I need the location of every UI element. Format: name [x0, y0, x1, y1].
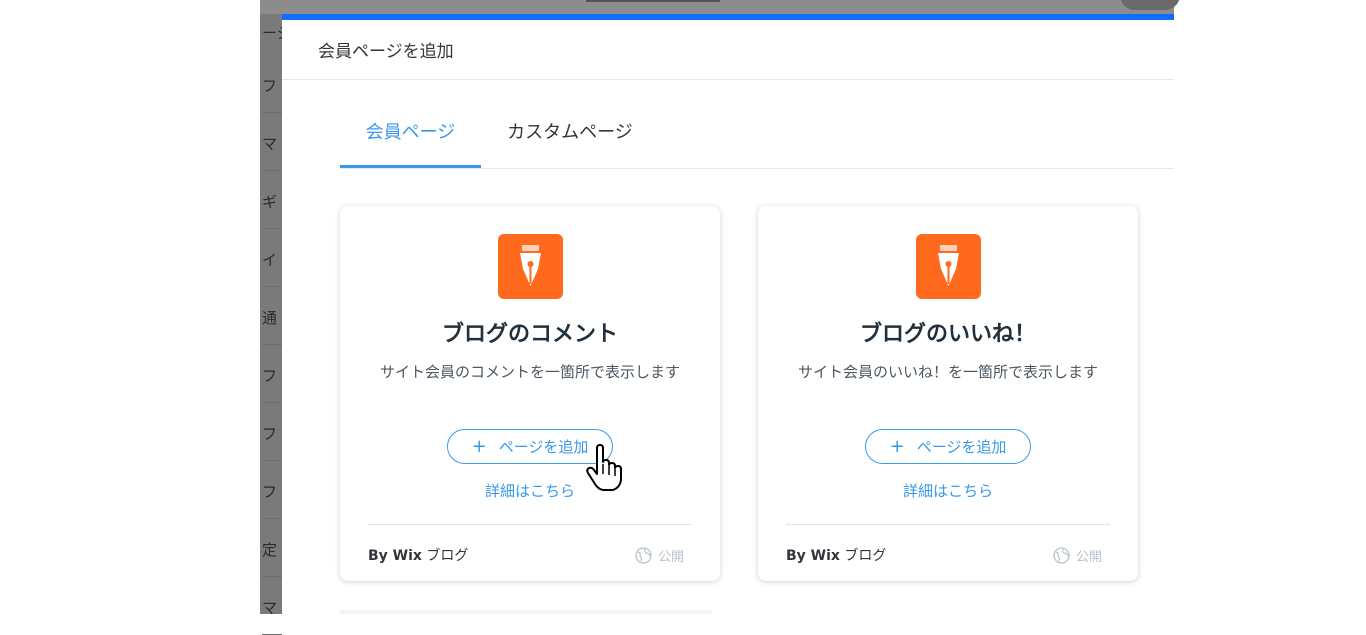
background-row-label: イ — [262, 251, 278, 269]
background-row-label: フ — [262, 367, 278, 385]
plus-icon: + — [471, 435, 487, 457]
background-row: マ — [262, 113, 282, 171]
background-row-label: マ — [262, 599, 278, 617]
tab-bar: 会員ページ カスタムページ — [340, 110, 1174, 169]
public-status-label: 公開 — [657, 550, 684, 565]
add-page-button-label: ページを追加 — [916, 438, 1007, 456]
tab-label: 会員ページ — [365, 122, 456, 143]
background-row: マ — [262, 577, 282, 635]
background-row-label: フ — [262, 77, 278, 95]
background-row: フ — [262, 403, 282, 461]
add-page-button[interactable]: + ページを追加 — [865, 429, 1031, 464]
card-author-prefix: By Wix — [786, 548, 840, 564]
hand-pointer-cursor — [584, 444, 624, 492]
add-page-button-label: ページを追加 — [498, 438, 589, 456]
tab-label: カスタムページ — [507, 122, 633, 143]
learn-more-link[interactable]: 詳細はこちら — [340, 480, 720, 501]
app-card-blog-likes: ブログのいいね！ サイト会員のいいね！を一箇所で表示します + ページを追加 詳… — [758, 206, 1138, 581]
background-top-strip — [260, 0, 1174, 14]
background-row: フ — [262, 345, 282, 403]
card-title: ブログのコメント — [441, 322, 618, 347]
public-status: 公開 — [635, 546, 684, 565]
background-row: イ — [262, 229, 282, 287]
globe-icon — [635, 547, 652, 564]
tab-custom-pages[interactable]: カスタムページ — [496, 118, 644, 168]
card-description: サイト会員のコメントを一箇所で表示します — [379, 363, 680, 381]
card-title: ブログのいいね！ — [859, 322, 1036, 347]
card-author: By Wix ブログ — [786, 545, 886, 565]
app-card-blog-comments: ブログのコメント サイト会員のコメントを一箇所で表示します + ページを追加 詳… — [340, 206, 720, 581]
background-row-label: フ — [262, 483, 278, 501]
background-row: フ — [262, 461, 282, 519]
modal-title: 会員ページを追加 — [318, 42, 454, 62]
background-row-label: 通 — [262, 309, 278, 327]
public-status: 公開 — [1053, 546, 1102, 565]
next-card-edge — [340, 610, 712, 614]
card-description: サイト会員のいいね！を一箇所で表示します — [797, 363, 1098, 381]
card-author-name: ブログ — [426, 548, 469, 564]
learn-more-link[interactable]: 詳細はこちら — [758, 480, 1138, 501]
public-status-label: 公開 — [1075, 550, 1102, 565]
card-divider — [786, 524, 1110, 525]
pen-nib-icon — [498, 234, 563, 299]
background-row-label: マ — [262, 135, 278, 153]
background-top-pill — [1120, 0, 1180, 10]
card-author: By Wix ブログ — [368, 545, 468, 565]
plus-icon: + — [889, 435, 905, 457]
add-member-page-modal: 会員ページを追加 会員ページ カスタムページ ブログのコメント サイト会員のコメ… — [282, 14, 1174, 614]
background-row: 定 — [262, 519, 282, 577]
card-author-prefix: By Wix — [368, 548, 422, 564]
card-divider — [368, 524, 692, 525]
tab-member-pages[interactable]: 会員ページ — [340, 118, 481, 168]
modal-header: 会員ページを追加 — [282, 20, 1174, 80]
card-author-name: ブログ — [844, 548, 887, 564]
background-row-label: フ — [262, 425, 278, 443]
background-row: 通 — [262, 287, 282, 345]
background-row-label: 定 — [262, 541, 278, 559]
background-top-line — [586, 0, 720, 2]
pen-nib-icon — [916, 234, 981, 299]
background-row: フ — [262, 55, 282, 113]
background-row-label: ギ — [262, 193, 278, 211]
background-row: ギ — [262, 171, 282, 229]
globe-icon — [1053, 547, 1070, 564]
